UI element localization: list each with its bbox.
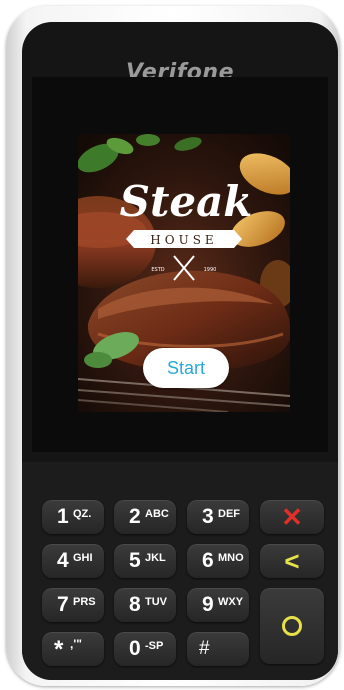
payment-terminal: Verifone Steak HOUSE ESTD 1990 Start 1 Q… [6,6,340,686]
key-letters: JKL [145,552,166,564]
back-arrow-icon: < [284,546,300,576]
steak-logo-year: 1990 [204,267,217,273]
key-7[interactable]: 7 PRS [42,588,104,622]
key-letters: MNO [218,552,244,564]
key-5[interactable]: 5 JKL [114,544,176,578]
key-4[interactable]: 4 GHI [42,544,104,578]
key-8[interactable]: 8 TUV [114,588,176,622]
key-digit: 6 [202,549,214,572]
cancel-key[interactable]: ✕ [260,500,324,534]
key-9[interactable]: 9 WXY [187,588,249,622]
key-letters: TUV [145,596,167,608]
key-digit: 8 [129,593,141,616]
key-digit: 1 [57,505,69,528]
key-1[interactable]: 1 QZ. [42,500,104,534]
key-letters: -SP [145,640,164,652]
terminal-face: Verifone Steak HOUSE ESTD 1990 Start 1 Q… [22,22,338,680]
key-letters: QZ. [73,508,92,520]
touch-display[interactable]: Steak HOUSE ESTD 1990 Start [78,134,290,412]
key-digit: 9 [202,593,214,616]
key-digit: # [199,638,210,659]
key-digit: 2 [129,505,141,528]
cancel-icon: ✕ [281,502,303,532]
key-digit: 3 [202,505,214,528]
key-letters: ABC [145,508,169,520]
key-0[interactable]: 0 -SP [114,632,176,666]
key-digit: 0 [129,637,141,660]
key-star[interactable]: * ,'" [42,632,104,666]
steak-logo-subtitle: HOUSE [150,233,217,247]
key-digit: 5 [129,549,141,572]
enter-key[interactable] [260,588,324,664]
clear-key[interactable]: < [260,544,324,578]
keypad: 1 QZ. 2 ABC 3 DEF ✕ 4 GHI 5 JKL 6 MNO < … [22,462,338,680]
key-letters: WXY [218,596,244,608]
key-letters: GHI [73,552,93,564]
key-2[interactable]: 2 ABC [114,500,176,534]
steak-logo-estd: ESTD [151,267,164,273]
steak-logo-title: Steak [120,177,253,226]
start-button[interactable]: Start [143,348,229,388]
key-letters: DEF [218,508,240,520]
enter-circle-icon [282,616,302,636]
key-letters: ,'" [70,637,82,651]
key-3[interactable]: 3 DEF [187,500,249,534]
key-digit: 7 [57,593,69,616]
key-letters: PRS [73,596,96,608]
key-digit: * [54,636,64,663]
key-digit: 4 [57,549,69,572]
key-hash[interactable]: # [187,632,249,666]
key-6[interactable]: 6 MNO [187,544,249,578]
